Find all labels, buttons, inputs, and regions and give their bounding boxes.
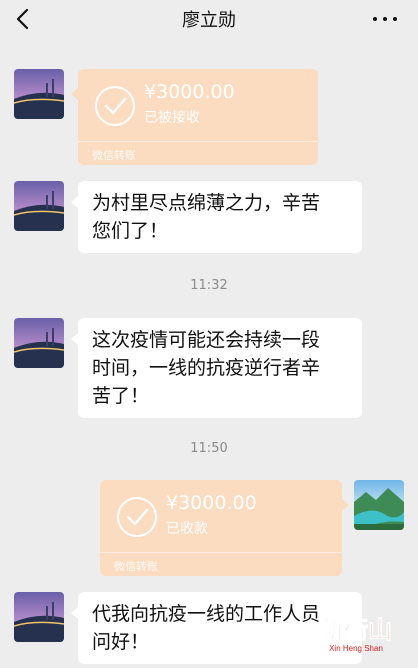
contact-avatar[interactable]	[14, 592, 64, 642]
check-circle-icon	[117, 497, 157, 537]
more-dots-icon[interactable]	[372, 8, 398, 28]
my-avatar[interactable]	[354, 480, 404, 530]
transfer-card-received[interactable]: ¥3000.00 已被接收 微信转账	[71, 69, 318, 165]
timestamp: 11:50	[190, 441, 228, 456]
transfer-status: 已被接收	[144, 110, 200, 126]
message-bubble: 为村里尽点绵薄之力，辛苦 您们了！	[71, 181, 362, 253]
contact-avatar[interactable]	[14, 318, 64, 368]
watermark-sub-text: Xin Heng Shan	[329, 644, 383, 653]
message-text-line: 苦了！	[92, 385, 150, 407]
check-circle-icon	[95, 86, 135, 126]
contact-avatar[interactable]	[14, 69, 64, 119]
contact-avatar[interactable]	[14, 181, 64, 231]
message-text-line: 为村里尽点绵薄之力，辛苦	[92, 192, 321, 214]
message-text-line: 这次疫情可能还会持续一段	[92, 329, 321, 351]
message-text-line: 时间，一线的抗疫逆行者辛	[92, 357, 321, 379]
transfer-card-sent[interactable]: ¥3000.00 已收款 微信转账	[100, 480, 349, 576]
transfer-footer-label: 微信转账	[114, 560, 158, 573]
transfer-status: 已收款	[166, 521, 208, 537]
transfer-amount: ¥3000.00	[166, 492, 257, 514]
watermark-logo: 新衡山 Xin Heng Shan	[308, 612, 404, 654]
watermark-main-text: 新衡山	[320, 615, 392, 644]
message-text-line: 您们了！	[92, 220, 169, 242]
transfer-amount: ¥3000.00	[144, 81, 235, 103]
chat-title: 廖立勋	[182, 10, 236, 31]
transfer-footer-label: 微信转账	[92, 149, 136, 162]
chat-header: 廖立勋	[0, 0, 418, 40]
message-bubble: 这次疫情可能还会持续一段 时间，一线的抗疫逆行者辛 苦了！	[71, 318, 362, 418]
timestamp: 11:32	[190, 278, 228, 293]
